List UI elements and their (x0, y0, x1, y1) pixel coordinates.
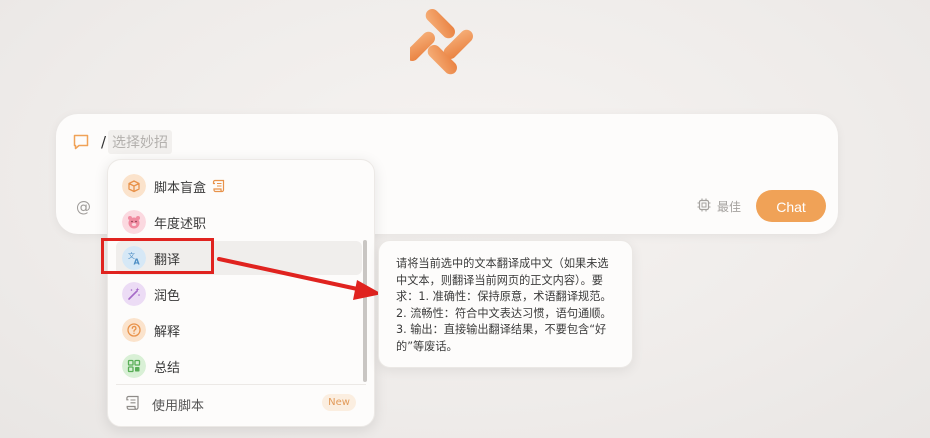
menu-item-polish[interactable]: 润色 (116, 277, 362, 311)
magic-wand-icon (122, 282, 146, 306)
menu-item-label: 脚本盲盒 (154, 181, 207, 196)
menu-item-label: 解释 (154, 325, 181, 340)
new-badge: New (322, 394, 356, 411)
at-mention-icon[interactable]: @ (76, 198, 91, 216)
chip-icon[interactable] (696, 197, 712, 213)
menu-item-explain[interactable]: 解释 (116, 313, 362, 347)
prompt-preview-tooltip: 请将当前选中的文本翻译成中文（如果未选中文本，则翻译当前网页的正文内容）。要求：… (378, 240, 633, 368)
command-input[interactable]: 选择妙招 (108, 130, 172, 154)
box-icon (122, 174, 146, 198)
pig-icon (122, 210, 146, 234)
menu-item-annual-review[interactable]: 年度述职 (116, 205, 362, 239)
menu-item-label: 年度述职 (154, 217, 207, 232)
menu-item-label: 润色 (154, 289, 181, 304)
scroll-icon (212, 179, 225, 193)
model-selector-label[interactable]: 最佳 (717, 198, 741, 215)
chat-button[interactable]: Chat (756, 190, 826, 222)
use-script-row[interactable]: 使用脚本 New (116, 388, 366, 418)
question-icon (122, 318, 146, 342)
use-script-label: 使用脚本 (152, 399, 205, 414)
menu-item-label: 总结 (154, 361, 181, 376)
chat-bubble-icon (73, 134, 89, 150)
dropdown-divider (116, 384, 366, 385)
command-dropdown: 脚本盲盒 年度述职 文 A 翻译 润色 解释 总结 使用脚本 New (107, 159, 375, 427)
dropdown-scrollbar[interactable] (363, 240, 367, 382)
app-logo (410, 9, 473, 75)
script-icon (126, 395, 139, 410)
menu-item-script-blindbox[interactable]: 脚本盲盒 (116, 169, 362, 203)
grid-icon (122, 354, 146, 378)
menu-item-summarize[interactable]: 总结 (116, 349, 362, 383)
annotation-highlight-box (101, 238, 214, 274)
slash-command-prefix: / (101, 133, 107, 151)
